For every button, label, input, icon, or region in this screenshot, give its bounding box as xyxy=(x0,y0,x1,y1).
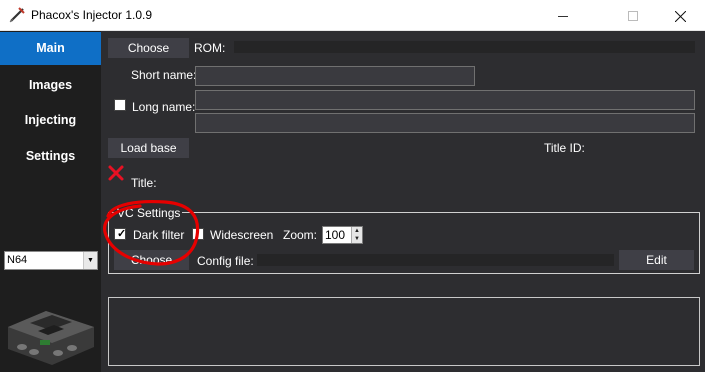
zoom-value: 100 xyxy=(325,228,346,242)
minimize-button[interactable] xyxy=(540,0,586,31)
close-button[interactable] xyxy=(657,0,703,31)
config-file-field xyxy=(257,254,614,266)
rom-label: ROM: xyxy=(194,41,226,55)
title-label: Title: xyxy=(131,176,157,190)
rom-path-field xyxy=(234,41,695,53)
console-select[interactable]: N64 ▼ xyxy=(4,251,98,270)
edit-config-button[interactable]: Edit xyxy=(619,250,694,270)
long-name-input-line1[interactable] xyxy=(195,90,695,110)
red-x-icon xyxy=(108,165,124,181)
widescreen-checkbox[interactable] xyxy=(192,228,204,240)
close-icon xyxy=(674,10,686,23)
title-bar: Phacox's Injector 1.0.9 xyxy=(0,0,705,31)
sidebar-item-settings[interactable]: Settings xyxy=(0,140,101,173)
sidebar-item-main[interactable]: Main xyxy=(0,32,101,65)
maximize-button[interactable] xyxy=(610,0,656,31)
stepper-arrows-icon[interactable]: ▲ ▼ xyxy=(351,227,362,243)
dark-filter-label: Dark filter xyxy=(133,228,185,242)
sidebar: Main Images Injecting Settings N64 ▼ xyxy=(0,31,101,372)
window-title: Phacox's Injector 1.0.9 xyxy=(31,8,153,22)
check-icon: ✓ xyxy=(117,228,127,240)
minimize-icon xyxy=(558,15,568,17)
dark-filter-checkbox[interactable]: ✓ xyxy=(114,228,126,240)
sidebar-item-images[interactable]: Images xyxy=(0,69,101,102)
zoom-spinner[interactable]: 100 ▲ ▼ xyxy=(322,226,363,244)
sidebar-item-injecting[interactable]: Injecting xyxy=(0,104,101,137)
chevron-down-icon[interactable]: ▼ xyxy=(83,252,97,269)
syringe-icon xyxy=(9,7,25,23)
vc-settings-legend: VC Settings xyxy=(115,206,183,220)
maximize-icon xyxy=(628,11,638,22)
long-name-input-line2[interactable] xyxy=(195,113,695,133)
n64-console-icon xyxy=(8,311,94,365)
widescreen-label: Widescreen xyxy=(210,228,274,242)
long-name-label: Long name: xyxy=(132,100,196,114)
short-name-label: Short name: xyxy=(131,68,197,82)
long-name-checkbox[interactable] xyxy=(114,99,126,111)
config-file-label: Config file: xyxy=(197,254,254,268)
choose-rom-button[interactable]: Choose xyxy=(108,38,189,58)
title-id-label: Title ID: xyxy=(544,141,585,155)
choose-config-button[interactable]: Choose xyxy=(114,250,189,270)
console-select-value: N64 xyxy=(7,254,28,266)
log-output xyxy=(108,297,700,366)
main-area: Main Images Injecting Settings N64 ▼ Cho… xyxy=(0,31,705,372)
short-name-input[interactable] xyxy=(195,66,475,86)
zoom-label: Zoom: xyxy=(283,228,318,242)
load-base-button[interactable]: Load base xyxy=(108,138,189,158)
